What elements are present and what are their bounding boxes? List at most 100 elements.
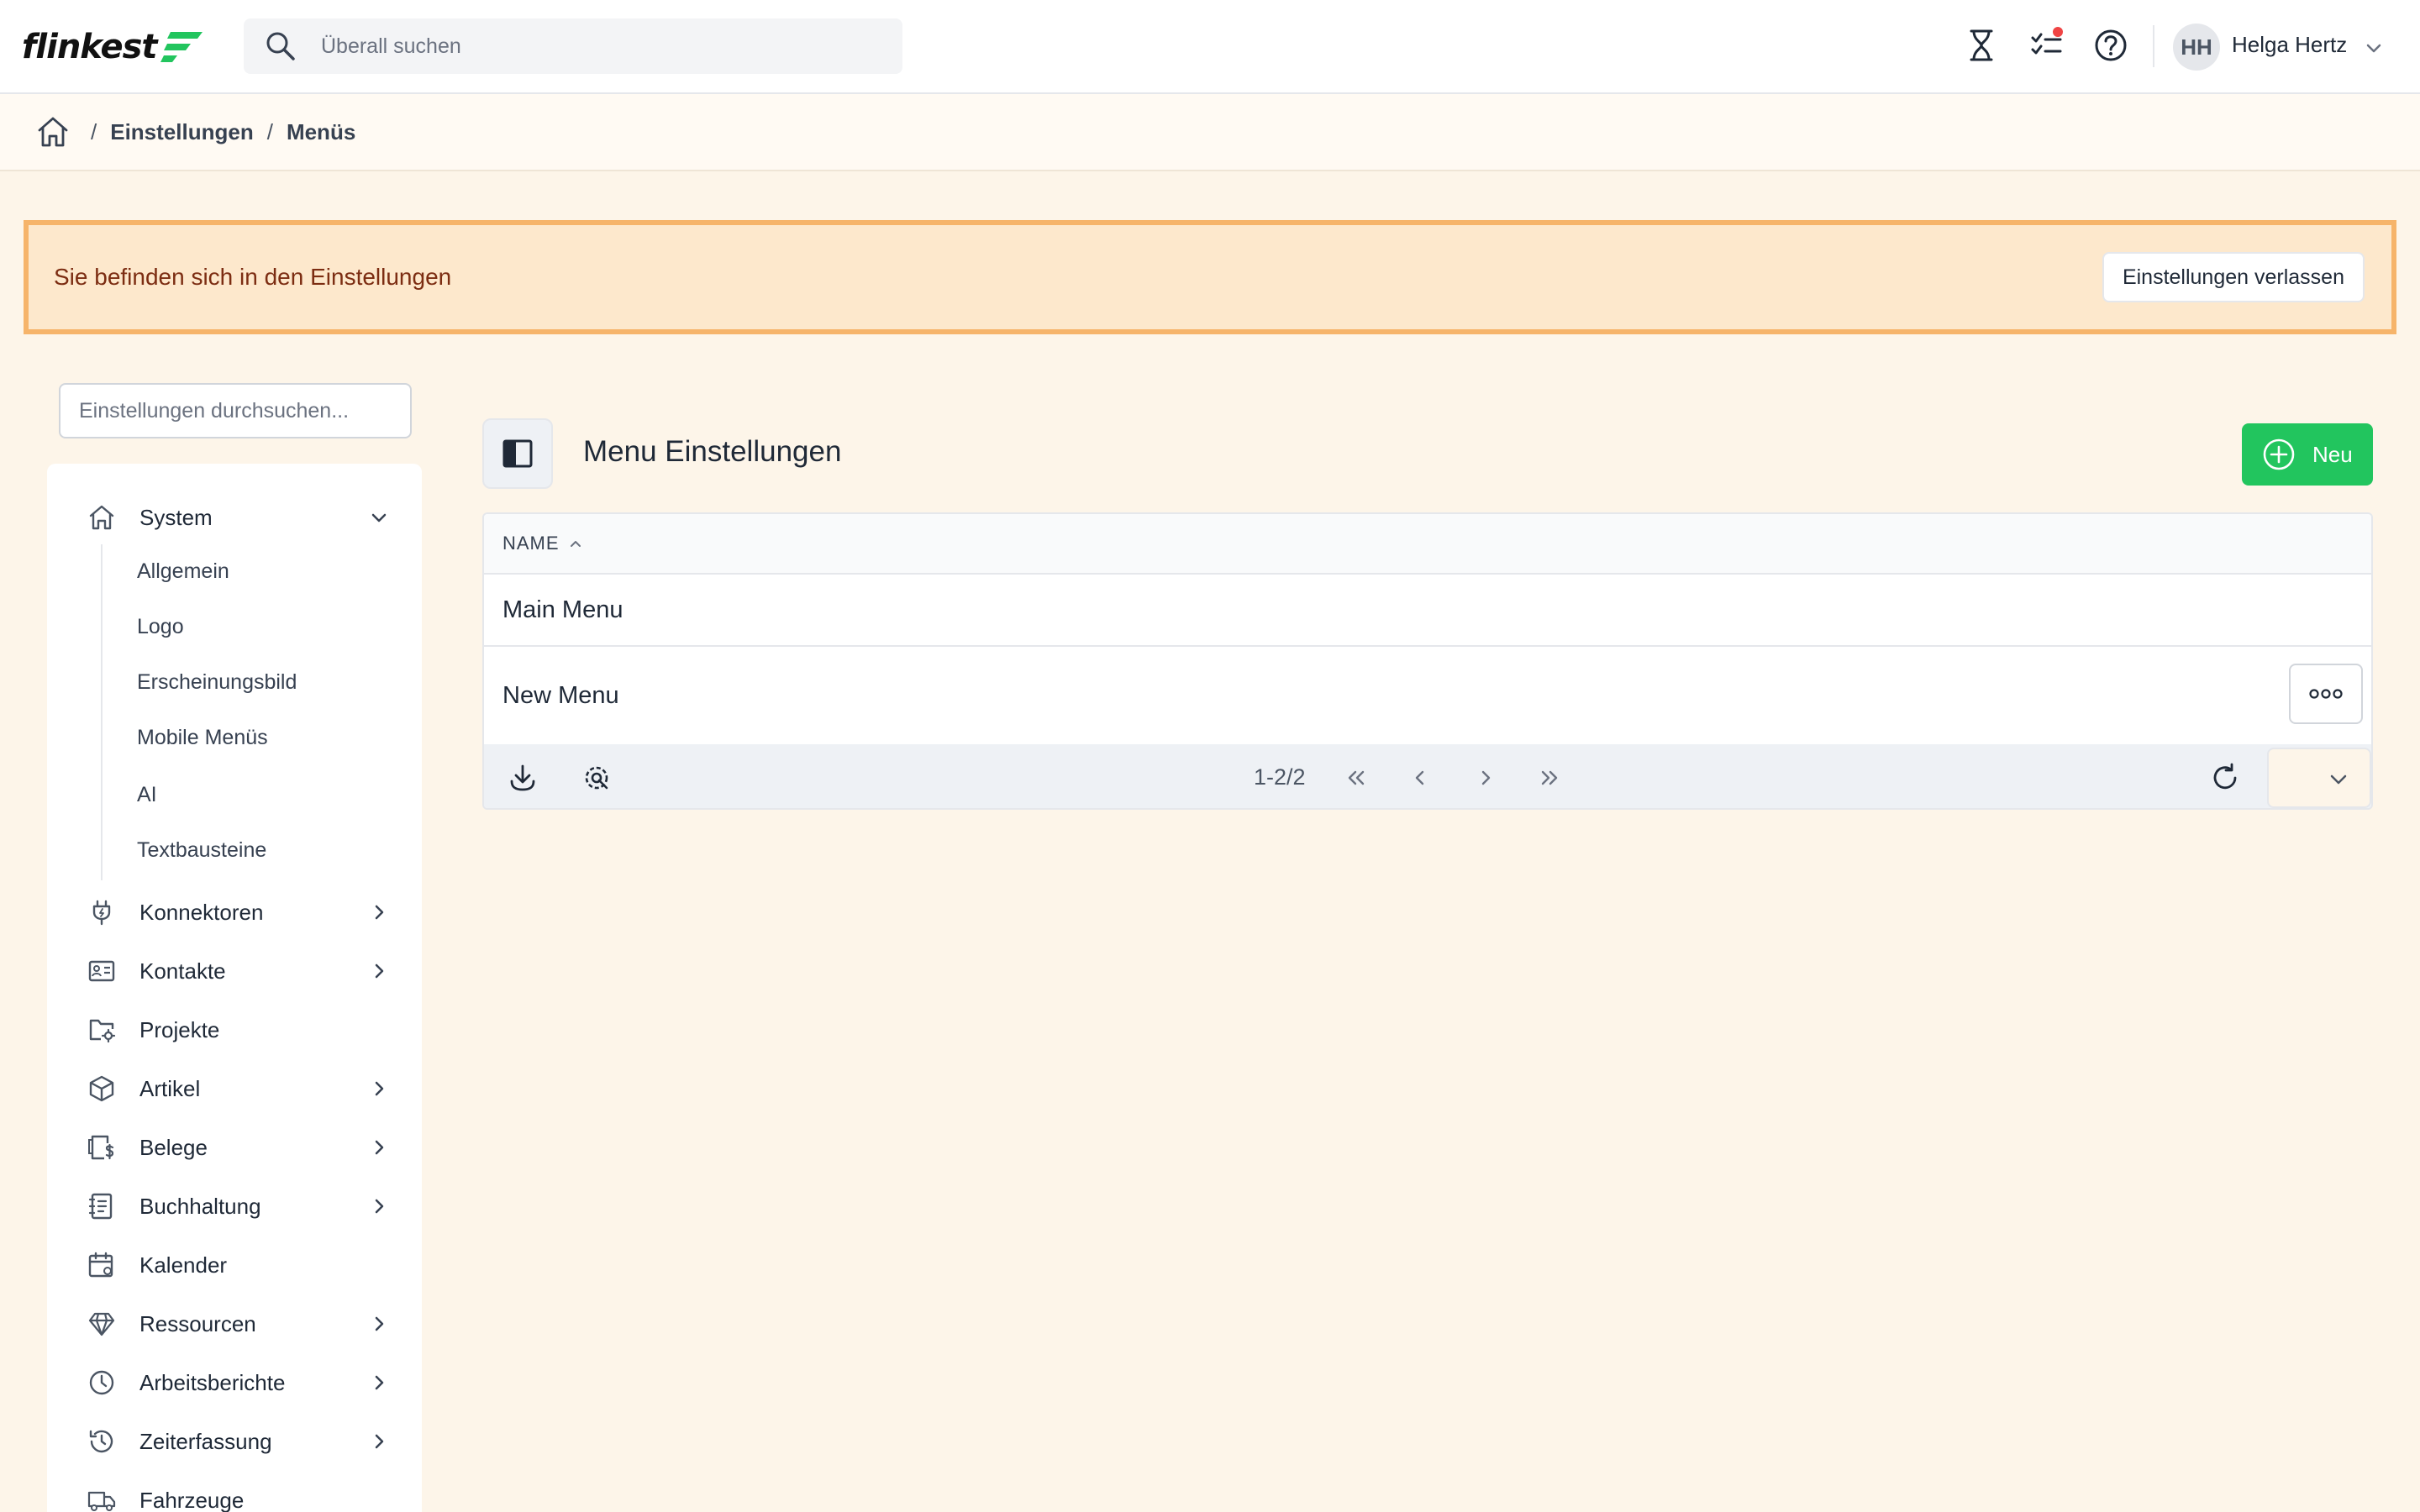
sidebar-item-label: Kontakte	[139, 958, 226, 984]
toggle-sidebar-button[interactable]	[482, 418, 553, 489]
global-search[interactable]	[244, 18, 902, 74]
more-horizontal-icon	[2309, 689, 2343, 699]
table-footer: 1-2/2	[484, 744, 2371, 808]
chevron-down-icon	[371, 513, 387, 522]
settings-sidebar: System Allgemein Logo Erscheinungsbild M…	[47, 464, 422, 1512]
sidebar-item-accounting[interactable]: Buchhaltung	[87, 1183, 390, 1230]
new-button[interactable]: Neu	[2242, 423, 2373, 486]
clock-icon	[89, 1370, 114, 1395]
sidebar-subitem-logo[interactable]: Logo	[137, 615, 184, 639]
sidebar-item-work-reports[interactable]: Arbeitsberichte	[87, 1359, 390, 1406]
receipt-icon	[88, 1135, 114, 1160]
sidebar-item-label: System	[139, 504, 213, 530]
sidebar-subitem-ai[interactable]: AI	[137, 783, 157, 807]
refresh-icon[interactable]	[2208, 761, 2242, 795]
sidebar-subitem-mobile-menus[interactable]: Mobile Menüs	[137, 726, 268, 750]
chevron-right-icon	[375, 1375, 384, 1390]
sidebar-item-label: Ressourcen	[139, 1310, 256, 1336]
logo-text: flinkest	[22, 28, 158, 66]
help-icon[interactable]	[2092, 27, 2129, 64]
sidebar-item-articles[interactable]: Artikel	[87, 1065, 390, 1112]
sort-ascending-icon[interactable]	[568, 536, 583, 551]
sidebar-item-label: Zeiterfassung	[139, 1428, 272, 1454]
chevron-right-icon	[375, 905, 384, 920]
download-icon[interactable]	[506, 761, 539, 795]
sidebar-item-label: Konnektoren	[139, 899, 264, 925]
sidebar-subitem-text-blocks[interactable]: Textbausteine	[137, 838, 266, 863]
chevron-right-icon	[375, 1140, 384, 1155]
chevron-down-icon	[2330, 774, 2347, 785]
sidebar-item-system[interactable]: System	[87, 494, 390, 541]
history-icon	[89, 1430, 113, 1453]
app-logo[interactable]: flinkest	[22, 24, 204, 71]
topbar-divider	[2153, 25, 2154, 67]
previous-page-icon[interactable]	[1403, 761, 1437, 795]
sidebar-item-label: Fahrzeuge	[139, 1487, 245, 1512]
chevron-right-icon	[375, 963, 384, 979]
page-size-select[interactable]	[2267, 748, 2371, 808]
breadcrumb-separator: /	[91, 118, 97, 144]
row-name: New Menu	[502, 681, 619, 709]
column-header-name[interactable]: NAME	[502, 533, 560, 554]
sidebar-item-resources[interactable]: Ressourcen	[87, 1300, 390, 1347]
chevron-right-icon	[375, 1199, 384, 1214]
menu-table: NAME Main Menu New Menu 1-2/2	[482, 512, 2373, 810]
settings-gear-icon[interactable]	[580, 761, 613, 795]
settings-search-input[interactable]	[79, 398, 398, 423]
sidebar-item-label: Buchhaltung	[139, 1193, 261, 1219]
submenu-guide-line	[101, 544, 103, 880]
sidebar-item-connectors[interactable]: Konnektoren	[87, 889, 390, 936]
home-icon[interactable]	[35, 114, 71, 150]
settings-banner: Sie befinden sich in den Einstellungen E…	[24, 220, 2396, 334]
ledger-icon	[88, 1193, 113, 1220]
settings-search[interactable]	[59, 383, 412, 438]
row-name: Main Menu	[502, 596, 623, 623]
sidebar-item-vehicles[interactable]: Fahrzeuge	[87, 1477, 390, 1512]
sidebar-item-receipts[interactable]: Belege	[87, 1124, 390, 1171]
sidebar-item-calendar[interactable]: Kalender	[87, 1242, 390, 1289]
notification-dot	[2053, 27, 2063, 37]
contact-card-icon	[88, 960, 115, 982]
sidebar-item-label: Artikel	[139, 1075, 201, 1101]
chevron-down-icon[interactable]	[2363, 37, 2385, 59]
sidebar-item-time-tracking[interactable]: Zeiterfassung	[87, 1418, 390, 1465]
table-row[interactable]: New Menu	[484, 647, 2371, 744]
leave-settings-button[interactable]: Einstellungen verlassen	[2102, 252, 2365, 302]
hourglass-icon[interactable]	[1963, 27, 2000, 64]
sidebar-item-label: Belege	[139, 1134, 208, 1160]
breadcrumb-item-settings[interactable]: Einstellungen	[110, 119, 253, 145]
box-icon	[89, 1075, 114, 1102]
next-page-icon[interactable]	[1469, 761, 1502, 795]
page-title: Menu Einstellungen	[583, 435, 842, 468]
plus-circle-icon	[2263, 438, 2295, 470]
pagination-text: 1-2/2	[1254, 764, 1306, 790]
chevron-right-icon	[375, 1434, 384, 1449]
sidebar-item-projects[interactable]: Projekte	[87, 1006, 390, 1053]
breadcrumb: / Einstellungen / Menüs	[0, 94, 2420, 171]
first-page-icon[interactable]	[1339, 761, 1373, 795]
avatar[interactable]: HH	[2173, 24, 2220, 71]
tasks-icon[interactable]	[2028, 27, 2065, 64]
sidebar-item-contacts[interactable]: Kontakte	[87, 948, 390, 995]
home-icon	[89, 505, 114, 530]
calendar-icon	[88, 1252, 113, 1278]
global-search-input[interactable]	[321, 34, 825, 59]
last-page-icon[interactable]	[1533, 761, 1566, 795]
banner-text: Sie befinden sich in den Einstellungen	[54, 264, 452, 290]
diamond-icon	[88, 1312, 115, 1336]
breadcrumb-item-menus[interactable]: Menüs	[287, 119, 355, 145]
sidebar-subitem-appearance[interactable]: Erscheinungsbild	[137, 670, 297, 695]
breadcrumb-separator: /	[266, 118, 273, 144]
chevron-right-icon	[375, 1081, 384, 1096]
chevron-right-icon	[375, 1316, 384, 1331]
plug-icon	[92, 900, 111, 926]
sidebar-subitem-general[interactable]: Allgemein	[137, 559, 229, 584]
sidebar-item-label: Projekte	[139, 1016, 220, 1042]
table-header: NAME	[484, 514, 2371, 575]
sidebar-panel-icon	[502, 439, 533, 468]
logo-mark-icon	[160, 32, 203, 62]
user-name[interactable]: Helga Hertz	[2232, 32, 2347, 58]
top-bar: flinkest HH Helga Hertz	[0, 0, 2420, 94]
row-actions-button[interactable]	[2289, 664, 2363, 724]
table-row[interactable]: Main Menu	[484, 575, 2371, 647]
